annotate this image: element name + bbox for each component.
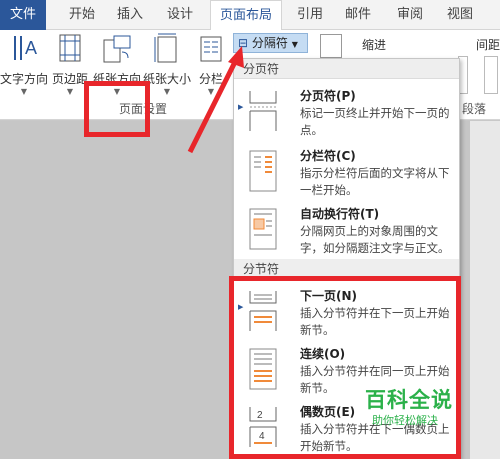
tab-references[interactable]: 引用 (290, 0, 330, 30)
text-wrapping-break-icon (249, 208, 277, 250)
svg-text:A: A (25, 38, 37, 58)
orientation-icon (103, 35, 131, 63)
document-page-edge (470, 121, 500, 459)
column-break-title: 分栏符(C) (300, 149, 356, 163)
spacing-label: 间距 (476, 38, 500, 52)
menu-item-text-wrapping-break[interactable]: 自动换行符(T) 分隔网页上的对象周围的文字，如分隔题注文字与正文。 (234, 205, 459, 263)
margins-icon (59, 34, 81, 62)
menu-item-page-break[interactable]: ▶ 分页符(P) 标记一页终止并开始下一页的点。 (234, 87, 459, 145)
ribbon-tab-bar: 文件 开始 插入 设计 页面布局 引用 邮件 审阅 视图 (0, 0, 500, 31)
page-breaks-header: 分页符 (234, 59, 459, 79)
tab-insert[interactable]: 插入 (110, 0, 150, 30)
text-wrapping-break-desc: 分隔网页上的对象周围的文字，如分隔题注文字与正文。 (300, 224, 450, 255)
watermark-subtitle: 助你轻松解决 (372, 414, 438, 427)
hyphenation-icon[interactable] (320, 34, 342, 58)
text-direction-icon: A (14, 36, 37, 60)
chevron-down-icon: ▼ (20, 87, 28, 96)
chevron-down-icon: ▼ (291, 40, 298, 49)
tab-design[interactable]: 设计 (160, 0, 200, 30)
breaks-label: 分隔符 (251, 36, 288, 50)
section-breaks-highlight-box (229, 276, 461, 459)
tab-file[interactable]: 文件 (0, 0, 46, 30)
page-break-icon (249, 91, 277, 131)
text-direction-button[interactable]: A 文字方向 ▼ (0, 32, 48, 97)
text-wrapping-break-title: 自动换行符(T) (300, 207, 380, 221)
watermark-title: 百科全说 (365, 388, 453, 412)
tab-view[interactable]: 视图 (440, 0, 480, 30)
page-break-title: 分页符(P) (300, 89, 356, 103)
column-break-desc: 指示分栏符后面的文字将从下一栏开始。 (300, 166, 450, 197)
annotation-arrow-icon (187, 46, 244, 154)
tab-home[interactable]: 开始 (62, 0, 102, 30)
tab-page-layout[interactable]: 页面布局 (210, 0, 282, 31)
tab-mailings[interactable]: 邮件 (338, 0, 378, 30)
indent-label: 缩进 (362, 38, 387, 52)
page-break-desc: 标记一页终止并开始下一页的点。 (300, 106, 450, 137)
tab-review[interactable]: 审阅 (390, 0, 430, 30)
menu-item-column-break[interactable]: 分栏符(C) 指示分栏符后面的文字将从下一栏开始。 (234, 147, 459, 207)
page-setup-highlight-box (84, 81, 150, 137)
spacing-spinner[interactable] (484, 56, 498, 94)
column-break-icon (249, 150, 277, 192)
page-size-icon (154, 33, 177, 63)
text-direction-label: 文字方向 (0, 72, 49, 86)
paragraph-group-label: 段落 (462, 102, 487, 116)
